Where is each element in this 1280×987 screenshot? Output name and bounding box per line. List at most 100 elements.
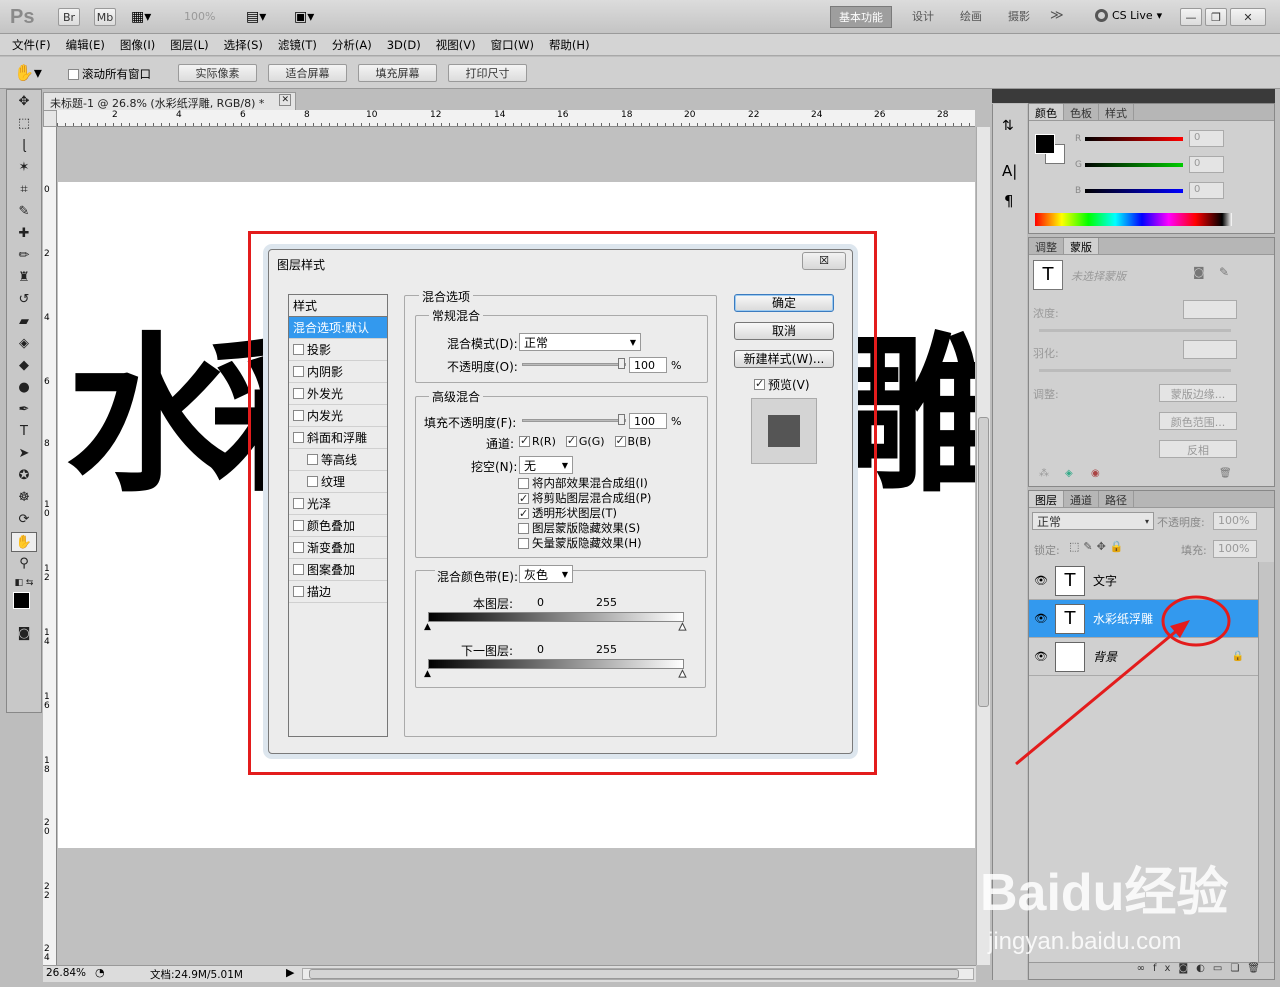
adjustment-icon[interactable]: ◐ <box>1196 963 1213 974</box>
minimize-button[interactable]: — <box>1180 8 1202 26</box>
checkbox[interactable] <box>293 410 304 421</box>
print-size-button[interactable]: 打印尺寸 <box>448 64 527 82</box>
type-tool-icon[interactable]: T <box>11 422 37 442</box>
checkbox[interactable] <box>293 344 304 355</box>
paragraph-panel-icon[interactable]: ¶ <box>1004 192 1014 210</box>
style-bevel-emboss[interactable]: 斜面和浮雕 <box>289 427 387 449</box>
vertical-scrollbar[interactable] <box>976 127 990 965</box>
status-icon[interactable]: ◔ <box>95 966 105 979</box>
workspace-painting[interactable]: 绘画 <box>960 8 982 24</box>
vector-mask-icon[interactable]: ✎ <box>1219 265 1229 279</box>
menu-image[interactable]: 图像(I) <box>120 37 155 53</box>
layers-scrollbar[interactable] <box>1258 562 1274 962</box>
blend-mode-select[interactable]: 正常 ▼ <box>519 333 641 351</box>
cs-live[interactable]: CS Live ▾ <box>1095 9 1162 22</box>
menu-window[interactable]: 窗口(W) <box>491 37 534 53</box>
close-tab-icon[interactable]: ✕ <box>279 94 291 106</box>
minibridge-button[interactable]: Mb <box>94 8 116 26</box>
checkbox[interactable] <box>293 542 304 553</box>
channel-b[interactable]: B(B) <box>614 434 651 448</box>
tab-layers[interactable]: 图层 <box>1029 491 1064 507</box>
shape-tool-icon[interactable]: ✪ <box>11 466 37 486</box>
pixel-mask-icon[interactable]: ◙ <box>1193 265 1205 279</box>
arrange-docs-icon[interactable]: ▤▾ <box>246 9 266 25</box>
option-blend-interior[interactable]: 将内部效果混合成组(I) <box>518 476 651 491</box>
status-menu-arrow-icon[interactable]: ▶ <box>286 966 294 979</box>
style-inner-shadow[interactable]: 内阴影 <box>289 361 387 383</box>
workspace-design[interactable]: 设计 <box>912 8 934 24</box>
checkbox[interactable] <box>293 586 304 597</box>
blue-slider[interactable] <box>1085 189 1183 193</box>
view-extras-icon[interactable]: ▦▾ <box>131 9 151 25</box>
checkbox[interactable] <box>293 520 304 531</box>
ok-button[interactable]: 确定 <box>734 294 834 312</box>
this-layer-gradient[interactable] <box>428 612 684 622</box>
under-layer-white-slider[interactable]: ▲ <box>679 669 687 680</box>
style-inner-glow[interactable]: 内发光 <box>289 405 387 427</box>
fill-slider[interactable] <box>522 419 626 422</box>
layer-blend-mode[interactable]: 正常 ▾ <box>1032 512 1154 530</box>
blend-if-select[interactable]: 灰色 ▼ <box>519 565 573 583</box>
style-outer-glow[interactable]: 外发光 <box>289 383 387 405</box>
knockout-select[interactable]: 无 ▼ <box>519 456 573 474</box>
cancel-button[interactable]: 取消 <box>734 322 834 340</box>
option-vector-mask-hides[interactable]: 矢量蒙版隐藏效果(H) <box>518 536 651 551</box>
style-drop-shadow[interactable]: 投影 <box>289 339 387 361</box>
dodge-tool-icon[interactable]: ● <box>11 378 37 398</box>
lasso-tool-icon[interactable]: ɭ <box>11 136 37 156</box>
character-panel-icon[interactable]: A| <box>1002 162 1017 180</box>
brush-tool-icon[interactable]: ✏ <box>11 246 37 266</box>
blue-value[interactable]: 0 <box>1189 182 1224 199</box>
feather-input[interactable] <box>1183 340 1237 359</box>
feather-slider[interactable] <box>1039 369 1231 372</box>
menu-help[interactable]: 帮助(H) <box>549 37 590 53</box>
menu-view[interactable]: 视图(V) <box>436 37 476 53</box>
ruler-origin[interactable] <box>43 110 57 127</box>
menu-analysis[interactable]: 分析(A) <box>332 37 372 53</box>
style-texture[interactable]: 纹理 <box>289 471 387 493</box>
group-icon[interactable]: ▭ <box>1213 963 1230 974</box>
blur-tool-icon[interactable]: ◆ <box>11 356 37 376</box>
under-layer-gradient[interactable] <box>428 659 684 669</box>
channel-g[interactable]: G(G) <box>565 434 605 448</box>
delete-mask-icon[interactable]: 🗑 <box>1219 468 1232 479</box>
zoom-tool-icon[interactable]: ⚲ <box>11 554 37 574</box>
checkbox[interactable] <box>293 388 304 399</box>
hand-tool-icon[interactable]: ✋ <box>11 532 37 552</box>
style-gradient-overlay[interactable]: 渐变叠加 <box>289 537 387 559</box>
layer-fill-input[interactable]: 100% <box>1213 540 1257 558</box>
checkbox[interactable] <box>307 454 318 465</box>
mask-edge-button[interactable]: 蒙版边缘... <box>1159 384 1237 402</box>
fill-opacity-input[interactable]: 100 <box>629 413 667 429</box>
style-pattern-overlay[interactable]: 图案叠加 <box>289 559 387 581</box>
history-brush-tool-icon[interactable]: ↺ <box>11 290 37 310</box>
horizontal-scrollbar[interactable] <box>302 968 974 980</box>
this-layer-white-slider[interactable]: ▲ <box>679 622 687 633</box>
layer-opacity-input[interactable]: 100% <box>1213 512 1257 530</box>
opacity-slider[interactable] <box>522 363 626 366</box>
more-workspaces-icon[interactable]: ≫ <box>1050 8 1064 23</box>
tab-color[interactable]: 颜色 <box>1029 104 1064 120</box>
dialog-close-button[interactable]: ☒ <box>802 252 846 270</box>
h-scroll-thumb[interactable] <box>309 969 959 979</box>
option-transparency-shapes[interactable]: 透明形状图层(T) <box>518 506 651 521</box>
checkbox[interactable] <box>293 366 304 377</box>
eraser-tool-icon[interactable]: ▰ <box>11 312 37 332</box>
workspace-photography[interactable]: 摄影 <box>1008 8 1030 24</box>
style-satin[interactable]: 光泽 <box>289 493 387 515</box>
fit-screen-button[interactable]: 适合屏幕 <box>268 64 347 82</box>
opacity-input[interactable]: 100 <box>629 357 667 373</box>
healing-tool-icon[interactable]: ✚ <box>11 224 37 244</box>
tab-swatches[interactable]: 色板 <box>1064 104 1099 120</box>
restore-button[interactable]: ❐ <box>1205 8 1227 26</box>
checkbox[interactable] <box>293 564 304 575</box>
bridge-button[interactable]: Br <box>58 8 80 26</box>
density-slider[interactable] <box>1039 329 1231 332</box>
under-layer-black-slider[interactable]: ▲ <box>424 669 431 679</box>
menu-filter[interactable]: 滤镜(T) <box>278 37 317 53</box>
styles-header[interactable]: 样式 <box>289 295 387 317</box>
pen-tool-icon[interactable]: ✒ <box>11 400 37 420</box>
scroll-all-checkbox[interactable] <box>68 68 79 80</box>
delete-layer-icon[interactable]: 🗑 <box>1247 963 1268 974</box>
density-input[interactable] <box>1183 300 1237 319</box>
